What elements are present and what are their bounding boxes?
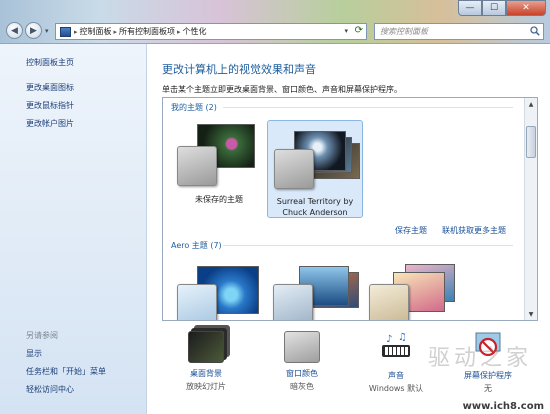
sidebar-link-ease-of-access[interactable]: 轻松访问中心 [26, 384, 74, 395]
screensaver-value: 无 [484, 384, 492, 393]
page-description: 单击某个主题立即更改桌面背景、窗口颜色、声音和屏幕保护程序。 [162, 85, 402, 94]
sidebar-link-taskbar-start[interactable]: 任务栏和「开始」菜单 [26, 366, 106, 377]
close-button[interactable]: ✕ [506, 0, 546, 16]
address-dropdown[interactable]: ▾ [344, 27, 348, 35]
sidebar-link-display[interactable]: 显示 [26, 348, 42, 359]
page-title: 更改计算机上的视觉效果和声音 [162, 63, 316, 76]
breadcrumb-separator[interactable]: ▸ [177, 28, 181, 36]
theme-color-swatch [177, 284, 217, 320]
breadcrumb-separator[interactable]: ▸ [114, 28, 118, 36]
theme-tile-unsaved[interactable]: 未保存的主题 [171, 120, 267, 216]
breadcrumb-personalization[interactable]: 个性化 [183, 26, 207, 37]
window-color-button[interactable]: 窗口颜色 暗灰色 [262, 331, 342, 392]
theme-tile-surreal-territory[interactable]: Surreal Territory by Chuck Anderson [267, 120, 363, 218]
theme-color-swatch [369, 284, 409, 320]
aero-themes-heading: Aero 主题 (7) [171, 241, 222, 250]
theme-tile-windows-7[interactable] [171, 258, 267, 320]
window-color-value: 暗灰色 [290, 382, 314, 391]
refresh-icon[interactable]: ⟳ [355, 25, 363, 36]
watermark-url: www.ich8.com [462, 401, 544, 412]
svg-text:♫: ♫ [398, 332, 407, 343]
sidebar-link-mouse-pointers[interactable]: 更改鼠标指针 [26, 100, 74, 111]
window-color-icon [284, 331, 320, 363]
window-color-label[interactable]: 窗口颜色 [262, 368, 342, 379]
address-bar[interactable]: ▸ 控制面板 ▸ 所有控制面板项 ▸ 个性化 ▾ ⟳ [55, 23, 367, 40]
theme-list[interactable]: 我的主题 (2) 未保存的主题 Surreal Territory by Chu… [162, 97, 538, 321]
window-controls: — ☐ ✕ [458, 0, 546, 16]
theme-caption: 未保存的主题 [195, 195, 243, 204]
back-arrow-icon[interactable]: ◀ [6, 22, 23, 39]
desktop-background-icon [188, 331, 224, 363]
theme-tile-characters[interactable] [363, 258, 459, 320]
sidebar-link-desktop-icons[interactable]: 更改桌面图标 [26, 82, 74, 93]
sound-button[interactable]: ♪ ♫ 声音 Windows 默认 [356, 331, 436, 394]
scroll-up-icon[interactable]: ▲ [525, 98, 537, 110]
breadcrumb-all-items[interactable]: 所有控制面板项 [119, 26, 175, 37]
control-panel-icon [60, 26, 71, 37]
theme-list-scrollbar[interactable]: ▲ ▼ [524, 98, 537, 320]
scroll-thumb[interactable] [526, 126, 536, 158]
group-divider [223, 107, 513, 108]
desktop-background-value: 放映幻灯片 [186, 382, 226, 391]
theme-caption-line-1: Surreal Territory by [276, 197, 354, 206]
scroll-down-icon[interactable]: ▼ [525, 308, 537, 320]
forward-arrow-icon[interactable]: ▶ [25, 22, 42, 39]
desktop-background-button[interactable]: 桌面背景 放映幻灯片 [166, 331, 246, 392]
sidebar-link-control-panel-home[interactable]: 控制面板主页 [26, 57, 74, 68]
sidebar: 控制面板主页 更改桌面图标 更改鼠标指针 更改帐户图片 另请参阅 显示 任务栏和… [0, 44, 147, 414]
svg-text:♪: ♪ [386, 334, 392, 345]
sound-value: Windows 默认 [368, 384, 424, 393]
theme-color-swatch [274, 149, 314, 189]
search-icon[interactable] [530, 26, 540, 36]
theme-color-swatch [273, 284, 313, 320]
maximize-button[interactable]: ☐ [482, 0, 506, 16]
theme-caption-line-2: Chuck Anderson [282, 208, 348, 217]
minimize-button[interactable]: — [458, 0, 482, 16]
group-divider [223, 245, 513, 246]
get-more-themes-link[interactable]: 联机获取更多主题 [442, 225, 506, 236]
see-also-heading: 另请参阅 [26, 331, 58, 340]
sidebar-link-account-picture[interactable]: 更改帐户图片 [26, 118, 74, 129]
recent-pages-dropdown[interactable]: ▾ [45, 27, 49, 35]
search-input[interactable]: 搜索控制面板 [374, 23, 544, 40]
my-themes-heading: 我的主题 (2) [171, 103, 217, 112]
watermark-logo: 驱动之家 [427, 346, 532, 371]
sound-label[interactable]: 声音 [356, 370, 436, 381]
theme-tile-architecture[interactable] [267, 258, 363, 320]
save-theme-link[interactable]: 保存主题 [395, 225, 427, 236]
breadcrumb-control-panel[interactable]: 控制面板 [80, 26, 112, 37]
window-titlebar: — ☐ ✕ ◀ ▶ ▾ ▸ 控制面板 ▸ 所有控制面板项 ▸ 个性化 ▾ ⟳ 搜… [0, 0, 550, 44]
search-placeholder: 搜索控制面板 [380, 27, 428, 36]
breadcrumb-separator[interactable]: ▸ [74, 28, 78, 36]
desktop-background-label[interactable]: 桌面背景 [166, 368, 246, 379]
theme-color-swatch [177, 146, 217, 186]
sound-icon: ♪ ♫ [382, 332, 410, 357]
